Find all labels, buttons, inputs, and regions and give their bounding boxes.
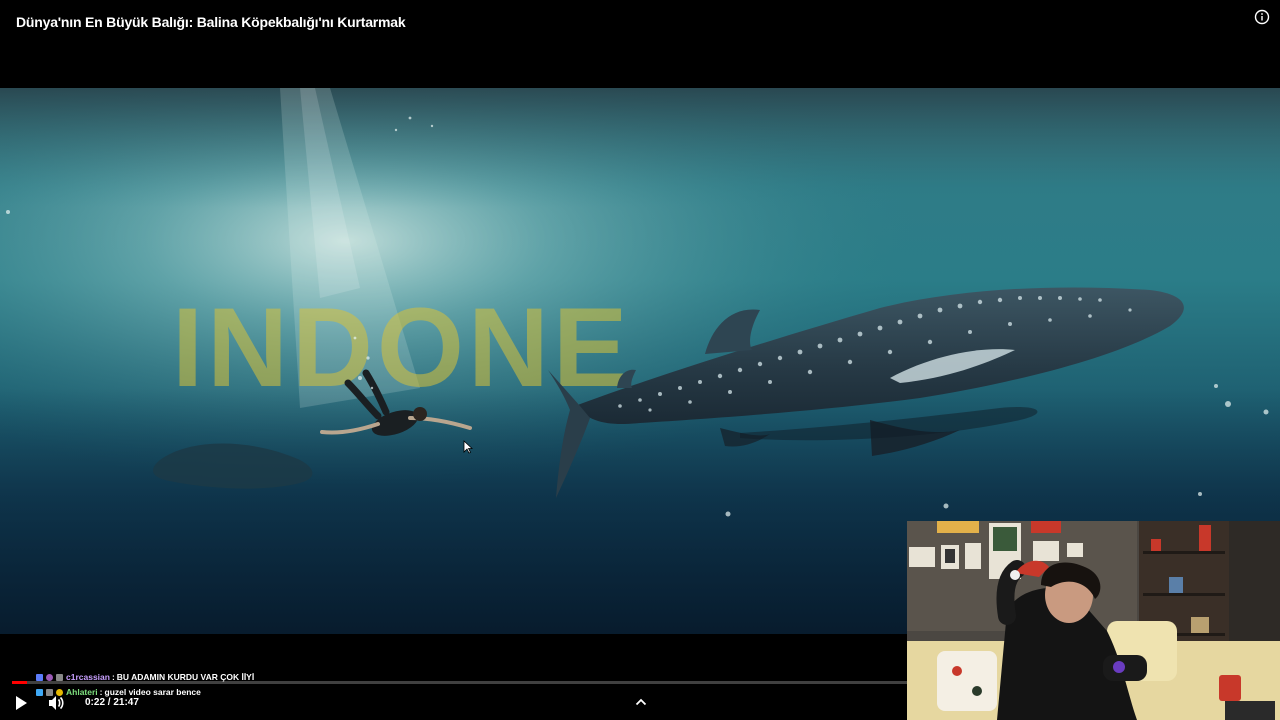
info-icon (1254, 9, 1270, 25)
crown-badge-icon (56, 674, 63, 681)
expand-button[interactable] (634, 695, 648, 709)
progress-bar[interactable] (12, 681, 907, 684)
progress-fill (12, 681, 28, 684)
mouse-cursor (463, 440, 473, 454)
subscriber-badge-icon (46, 674, 53, 681)
play-button[interactable] (13, 694, 29, 712)
webcam-scene (907, 521, 1280, 720)
video-player[interactable]: Dünya'nın En Büyük Balığı: Balina Köpekb… (0, 0, 1280, 720)
volume-button[interactable] (46, 693, 66, 713)
time-display: 0:22 / 21:47 (85, 697, 139, 708)
streamer-webcam (907, 521, 1280, 720)
volume-icon (49, 696, 64, 710)
player-controls: 0:22 / 21:47 (0, 690, 907, 716)
video-title[interactable]: Dünya'nın En Büyük Balığı: Balina Köpekb… (16, 14, 406, 30)
moderator-badge-icon (36, 674, 43, 681)
play-icon (16, 696, 27, 710)
info-button[interactable] (1254, 9, 1270, 25)
chevron-up-icon (635, 698, 647, 706)
